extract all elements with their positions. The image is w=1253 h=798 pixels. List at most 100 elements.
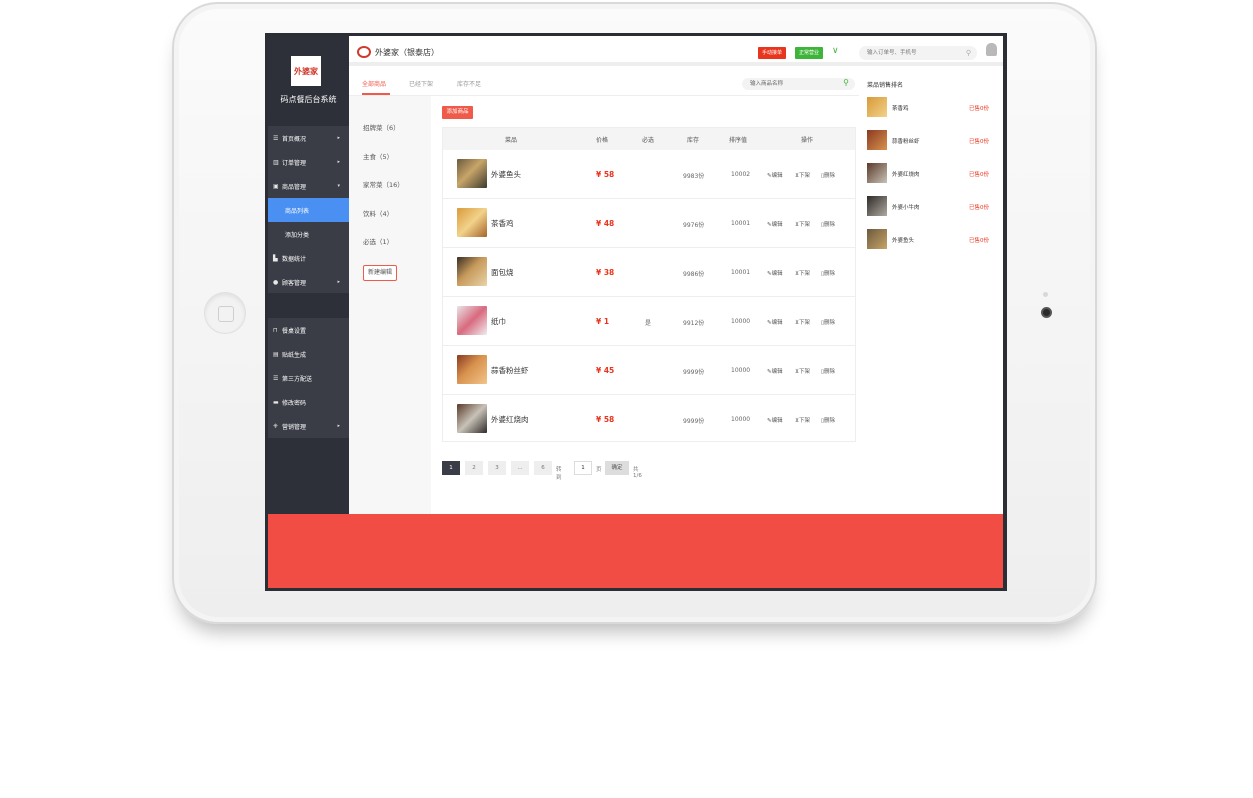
sidebar-item-statistics[interactable]: ▙ 数据统计 <box>268 246 349 270</box>
table-icon: ⊓ <box>273 326 278 334</box>
order-search-input[interactable]: 输入订单号、手机号 ⚲ <box>859 46 977 60</box>
delete-label: 删除 <box>824 369 836 375</box>
add-product-button[interactable]: 添加商品 <box>442 106 473 119</box>
page-button[interactable]: 6 <box>534 461 552 475</box>
page-button[interactable]: 1 <box>442 461 460 475</box>
delete-button[interactable]: ▯删除 <box>821 171 835 179</box>
new-category-button[interactable]: 新建编辑 <box>363 265 397 281</box>
list-icon: ☰ <box>273 134 279 142</box>
offshelf-button[interactable]: ⊻下架 <box>795 269 810 277</box>
offshelf-button[interactable]: ⊻下架 <box>795 220 810 228</box>
sidebar-item-label: 数据统计 <box>282 255 307 263</box>
dish-thumbnail <box>457 355 487 384</box>
ranking-item[interactable]: 蒜香粉丝虾 已售0份 <box>867 130 997 152</box>
ranking-dish-name: 外婆红烧肉 <box>892 172 920 178</box>
sidebar-item-products[interactable]: ▣ 商品管理 ▾ <box>268 174 349 198</box>
search-placeholder: 输入订单号、手机号 <box>867 50 917 56</box>
sidebar-item-orders[interactable]: ▥ 订单管理 ▸ <box>268 150 349 174</box>
dish-stock: 9986份 <box>683 271 705 278</box>
dish-sort: 10000 <box>731 367 751 374</box>
dish-stock: 9912份 <box>683 320 705 327</box>
tab-all-products[interactable]: 全部商品 <box>362 79 386 88</box>
search-icon[interactable]: ⚲ <box>966 46 971 60</box>
category-item[interactable]: 主食（5） <box>363 151 393 161</box>
chevron-down-icon: ▾ <box>337 183 340 189</box>
page-button[interactable]: 2 <box>465 461 483 475</box>
goto-label: 转到 <box>556 467 562 481</box>
confirm-page-button[interactable]: 确定 <box>605 461 629 475</box>
sidebar-item-password[interactable]: ▬ 修改密码 <box>268 390 349 414</box>
delete-label: 删除 <box>824 222 836 228</box>
edit-button[interactable]: ✎编辑 <box>767 367 783 375</box>
dish-thumbnail <box>457 306 487 335</box>
chevron-right-icon: ▸ <box>337 159 340 165</box>
offshelf-label: 下架 <box>799 418 811 424</box>
table-row: 蒜香粉丝虾 ¥ 45 9999份 10000 ✎编辑 ⊻下架 ▯删除 <box>443 346 855 395</box>
table-row: 外婆鱼头 ¥ 58 9983份 10002 ✎编辑 ⊻下架 ▯删除 <box>443 150 855 199</box>
user-icon: ● <box>273 278 279 286</box>
category-item[interactable]: 家常菜（16） <box>363 179 404 189</box>
page-unit-label: 页 <box>596 467 602 473</box>
delete-button[interactable]: ▯删除 <box>821 416 835 424</box>
delete-button[interactable]: ▯删除 <box>821 220 835 228</box>
dish-sort: 10001 <box>731 220 751 227</box>
chevron-down-icon[interactable]: ∨ <box>832 46 839 56</box>
column-header: 操作 <box>801 137 814 144</box>
dish-sort: 10002 <box>731 171 751 178</box>
category-item[interactable]: 招牌菜（6） <box>363 122 400 132</box>
offshelf-button[interactable]: ⊻下架 <box>795 416 810 424</box>
search-icon[interactable]: ⚲ <box>843 77 849 89</box>
sales-ranking-panel: 菜品销售排名 茶香鸡 已售0份 蒜香粉丝虾 已售0份 外婆红烧肉 已售0份 外婆… <box>861 70 1003 514</box>
business-status-button[interactable]: 正常营业 <box>795 47 824 59</box>
bar-chart-icon: ▙ <box>273 254 278 262</box>
sidebar-item-add-category[interactable]: 添加分类 <box>268 222 349 246</box>
ranking-item[interactable]: 外婆小牛肉 已售0份 <box>867 196 997 218</box>
edit-button[interactable]: ✎编辑 <box>767 269 783 277</box>
product-search-input[interactable]: 输入商品名称 ⚲ <box>742 78 855 90</box>
tab-off-shelf[interactable]: 已经下架 <box>409 79 433 88</box>
top-bar: 外婆家（银泰店） 手动接单 正常营业 ∨ 输入订单号、手机号 ⚲ <box>349 36 1003 66</box>
column-header: 价格 <box>596 137 609 144</box>
sidebar-item-stickers[interactable]: ▤ 贴纸生成 <box>268 342 349 366</box>
page-button[interactable]: 3 <box>488 461 506 475</box>
sidebar-item-delivery[interactable]: ☰ 第三方配送 <box>268 366 349 390</box>
ranking-item[interactable]: 外婆红烧肉 已售0份 <box>867 163 997 185</box>
sidebar-item-overview[interactable]: ☰ 首页概况 ▸ <box>268 126 349 150</box>
ranking-title: 菜品销售排名 <box>867 82 904 89</box>
edit-button[interactable]: ✎编辑 <box>767 318 783 326</box>
delete-button[interactable]: ▯删除 <box>821 318 835 326</box>
dish-price: ¥ 58 <box>596 415 615 424</box>
category-item[interactable]: 必选（1） <box>363 236 393 246</box>
offshelf-button[interactable]: ⊻下架 <box>795 318 810 326</box>
sidebar-item-label: 商品管理 <box>282 183 307 191</box>
product-list-panel: 添加商品 菜品 价格 必选 库存 排序值 操作 外婆鱼头 ¥ 58 9983份 … <box>431 96 861 514</box>
ranking-sold-count: 已售0份 <box>969 205 989 211</box>
table-header: 菜品 价格 必选 库存 排序值 操作 <box>443 128 855 150</box>
dish-price: ¥ 45 <box>596 366 615 375</box>
manual-order-button[interactable]: 手动接单 <box>758 47 787 59</box>
sidebar-item-customers[interactable]: ● 顾客管理 ▸ <box>268 270 349 294</box>
dish-thumbnail <box>867 163 887 183</box>
tab-low-stock[interactable]: 库存不足 <box>457 79 481 88</box>
ranking-sold-count: 已售0份 <box>969 106 989 112</box>
offshelf-button[interactable]: ⊻下架 <box>795 171 810 179</box>
delete-button[interactable]: ▯删除 <box>821 269 835 277</box>
category-list: 招牌菜（6） 主食（5） 家常菜（16） 饮料（4） 必选（1） 新建编辑 <box>349 96 431 514</box>
ranking-item[interactable]: 茶香鸡 已售0份 <box>867 97 997 119</box>
edit-button[interactable]: ✎编辑 <box>767 171 783 179</box>
sidebar-item-tables[interactable]: ⊓ 餐桌设置 <box>268 318 349 342</box>
offshelf-button[interactable]: ⊻下架 <box>795 367 810 375</box>
system-title: 码点餐后台系统 <box>280 95 337 104</box>
store-name: 外婆家（银泰店） <box>375 48 439 57</box>
category-item[interactable]: 饮料（4） <box>363 208 393 218</box>
delete-button[interactable]: ▯删除 <box>821 367 835 375</box>
product-tabs: 全部商品 已经下架 库存不足 输入商品名称 ⚲ <box>349 70 859 96</box>
edit-button[interactable]: ✎编辑 <box>767 220 783 228</box>
sidebar-item-product-list[interactable]: 商品列表 <box>268 198 349 222</box>
sidebar-item-marketing[interactable]: ⁜ 营销管理 ▸ <box>268 414 349 438</box>
bell-icon[interactable] <box>986 43 997 56</box>
page-number-input[interactable]: 1 <box>574 461 592 475</box>
offshelf-label: 下架 <box>799 320 811 326</box>
ranking-item[interactable]: 外婆鱼头 已售0份 <box>867 229 997 251</box>
edit-button[interactable]: ✎编辑 <box>767 416 783 424</box>
